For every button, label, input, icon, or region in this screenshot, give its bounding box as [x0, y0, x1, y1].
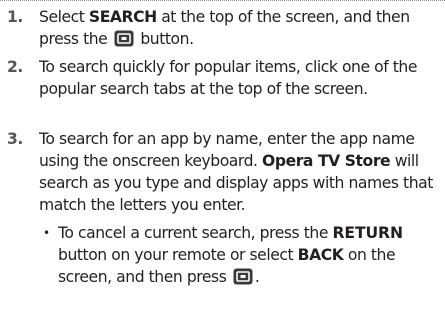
sub-bullet-text: To cancel a current search, press the RE… — [58, 224, 404, 286]
bullet-point: • — [43, 226, 50, 240]
sub-bullet-cancel-search: • To cancel a current search, press the … — [43, 222, 441, 288]
step-text: To search quickly for popular items, cli… — [39, 58, 418, 98]
step-text: Select SEARCH at the top of the screen, … — [39, 8, 410, 48]
step-2: 2. To search quickly for popular items, … — [7, 56, 439, 100]
step-number: 2. — [7, 58, 23, 76]
enter-button-icon — [114, 30, 134, 47]
step-number: 1. — [7, 8, 23, 26]
back-keyword: BACK — [297, 246, 344, 264]
enter-button-icon — [233, 268, 253, 285]
step-3: 3. To search for an app by name, enter t… — [7, 128, 439, 216]
step-text: To search for an app by name, enter the … — [39, 130, 433, 214]
top-dotted-divider — [0, 0, 445, 3]
return-keyword: RETURN — [332, 224, 404, 242]
step-1: 1. Select SEARCH at the top of the scree… — [7, 6, 439, 50]
search-keyword: SEARCH — [88, 8, 157, 26]
opera-tv-store-name: Opera TV Store — [262, 152, 391, 170]
step-number: 3. — [7, 130, 23, 148]
